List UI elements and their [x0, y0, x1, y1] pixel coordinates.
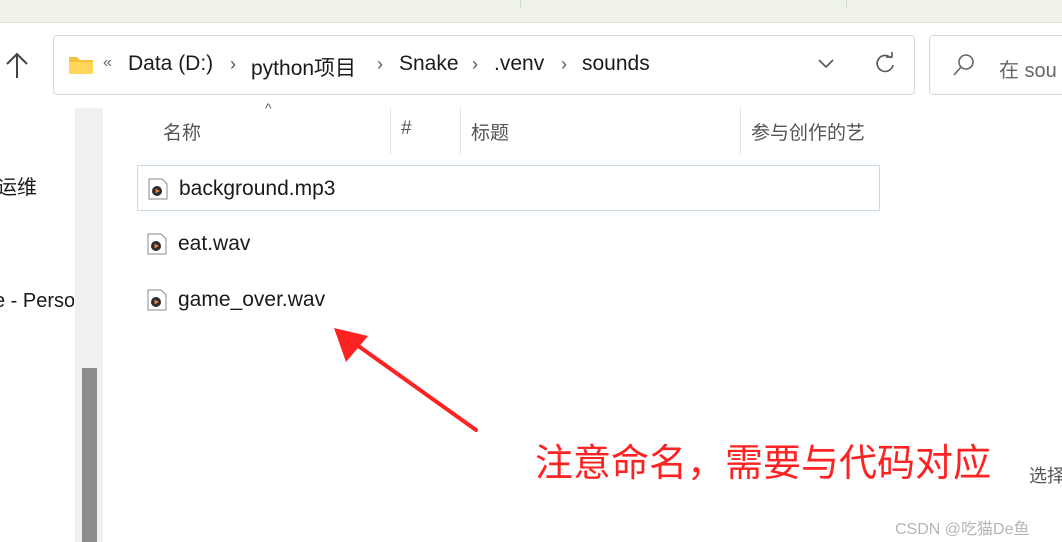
breadcrumb-python-project[interactable]: python项目: [251, 52, 356, 82]
column-header-number[interactable]: #: [401, 118, 412, 140]
watermark: CSDN @吃猫De鱼: [895, 521, 1030, 538]
column-divider[interactable]: [740, 108, 741, 154]
up-arrow-icon: [6, 52, 28, 78]
breadcrumb-venv[interactable]: .venv: [494, 52, 544, 76]
breadcrumb-separator[interactable]: ›: [561, 54, 567, 75]
chevron-down-icon[interactable]: [817, 56, 835, 70]
tab-separator: [846, 0, 847, 8]
breadcrumb-separator[interactable]: ›: [472, 54, 478, 75]
breadcrumb-sounds[interactable]: sounds: [582, 52, 650, 76]
column-header-name[interactable]: 名称: [163, 118, 201, 145]
breadcrumb-separator[interactable]: ›: [377, 54, 383, 75]
annotation-text: 注意命名，需要与代码对应: [535, 441, 992, 485]
breadcrumb-data-drive[interactable]: Data (D:): [128, 52, 213, 76]
search-placeholder: 在 sou: [999, 60, 1057, 82]
nav-scrollbar-thumb[interactable]: [82, 368, 97, 542]
details-pane-hint: 选择: [1029, 466, 1062, 486]
nav-pane-item[interactable]: e - Perso: [0, 290, 74, 313]
nav-pane-item[interactable]: 运维: [0, 171, 37, 200]
audio-file-icon: [147, 233, 167, 255]
column-header-title[interactable]: 标题: [471, 118, 509, 145]
file-name: eat.wav: [178, 232, 251, 255]
sort-ascending-icon: ^: [265, 100, 272, 116]
column-divider[interactable]: [390, 108, 391, 154]
refresh-icon[interactable]: [874, 52, 896, 76]
search-box[interactable]: 在 sou: [929, 35, 1062, 95]
column-header-contributing-artists[interactable]: 参与创作的艺: [751, 118, 879, 145]
up-button[interactable]: [2, 48, 32, 82]
column-divider[interactable]: [460, 108, 461, 154]
file-name: background.mp3: [179, 177, 336, 200]
file-name: game_over.wav: [178, 288, 326, 311]
search-icon: [953, 54, 974, 76]
annotation-arrow: [334, 328, 478, 432]
file-row-selected[interactable]: background.mp3: [137, 165, 880, 211]
breadcrumb-snake[interactable]: Snake: [399, 52, 459, 76]
breadcrumb-separator[interactable]: ›: [230, 54, 236, 75]
title-strip: [0, 0, 1062, 23]
audio-file-icon: [147, 289, 167, 311]
file-row[interactable]: game_over.wav: [137, 277, 880, 323]
address-bar[interactable]: « Data (D:) › python项目 › Snake › .venv ›…: [53, 35, 915, 95]
audio-file-icon: [148, 178, 168, 200]
folder-icon: [69, 57, 93, 74]
tab-separator: [520, 0, 521, 8]
breadcrumb-overflow[interactable]: «: [103, 54, 112, 72]
file-row[interactable]: eat.wav: [137, 221, 880, 267]
